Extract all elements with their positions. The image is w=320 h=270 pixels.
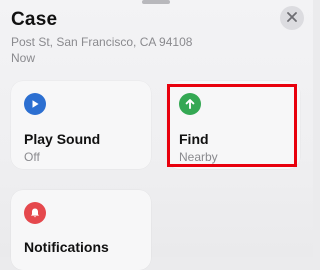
play-sound-button[interactable]: Play Sound Off bbox=[11, 81, 151, 169]
notifications-button[interactable]: Notifications bbox=[11, 190, 151, 270]
arrow-up-icon bbox=[179, 93, 201, 115]
find-nearby-button[interactable]: Find Nearby bbox=[167, 81, 300, 169]
item-detail-sheet: Case Post St, San Francisco, CA 94108 No… bbox=[0, 0, 313, 270]
item-title: Case bbox=[11, 9, 58, 30]
find-sub: Nearby bbox=[179, 150, 218, 164]
bell-icon bbox=[24, 202, 46, 224]
sheet-grabber[interactable] bbox=[142, 0, 170, 4]
last-seen-time: Now bbox=[11, 51, 36, 65]
play-sound-status: Off bbox=[24, 150, 40, 164]
play-sound-label: Play Sound bbox=[24, 131, 101, 147]
notifications-label: Notifications bbox=[24, 239, 109, 255]
close-button[interactable] bbox=[280, 6, 304, 30]
close-icon bbox=[287, 9, 297, 27]
play-icon bbox=[24, 93, 46, 115]
item-address: Post St, San Francisco, CA 94108 bbox=[11, 35, 193, 49]
find-label: Find bbox=[179, 131, 209, 147]
